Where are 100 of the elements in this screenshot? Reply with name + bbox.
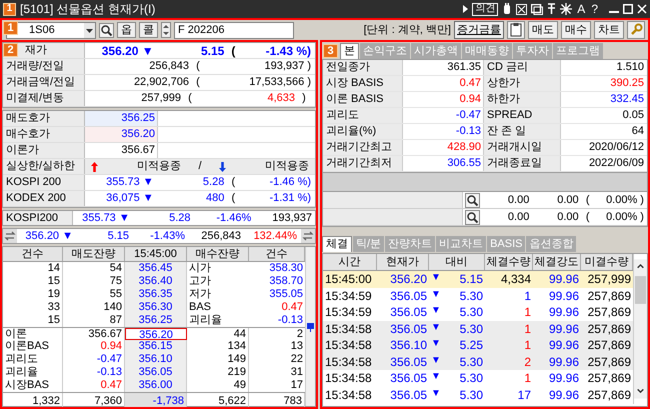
column-header: 현재가 [377, 254, 429, 270]
table-cell: 149 [187, 353, 249, 366]
number-badge: 2 [3, 43, 18, 57]
value-text: -1.31 %) [268, 191, 312, 206]
row-label: 괴리율 [3, 366, 63, 379]
change-text: 5.30 [458, 370, 483, 388]
column-header: 15:45:00 [125, 247, 187, 261]
row-label: 실상한/실하한 [3, 159, 85, 174]
value-text: -1.43 %) [264, 42, 312, 60]
row-label: 거래금액/전일 [3, 75, 85, 90]
change-mark: ▼ [431, 370, 441, 384]
row-label: 미결제/변동 [3, 91, 85, 106]
price-cell: 356.05 [125, 366, 187, 379]
value-text: ( [195, 75, 201, 90]
price-cell: 356.35 [125, 288, 187, 301]
value-text: 332.45 [609, 92, 645, 108]
value-text: 1.510 [615, 60, 645, 76]
value-text: ( [187, 91, 193, 106]
column-header: 체결강도 [533, 254, 581, 270]
value-text: 132.44% [252, 228, 297, 244]
change-mark: ▼ [431, 320, 441, 335]
column-header: 미결수량 [581, 254, 633, 270]
row-label: 잔 존 일 [483, 124, 561, 139]
change-mark: ▼ [431, 354, 441, 368]
value-text: 5.15 [200, 42, 224, 60]
table-cell-text: 13 [290, 340, 304, 353]
value-text: 4,633 [266, 91, 295, 106]
column-header: 시간 [323, 254, 377, 270]
table-cell: 219 [187, 366, 249, 379]
value-text: 356.20 ▼ [24, 228, 73, 244]
row-label: 전일종가 [323, 60, 403, 75]
change-text: 5.30 [458, 288, 483, 305]
value-text: 5.15 [106, 228, 129, 244]
value-text: 428.90 [446, 140, 482, 156]
value-text: ( [584, 192, 590, 208]
value-text: 256,843 [200, 228, 241, 244]
value-text: 355.73 ▼ [105, 175, 154, 190]
column-header: 체결수량 [485, 254, 533, 270]
value-text: 0.00 [556, 210, 579, 225]
value-text: ( [584, 210, 590, 225]
row-label: 이론 [3, 328, 63, 340]
change-mark: ▼ [431, 271, 441, 286]
row-label: 괴리율 [188, 314, 223, 327]
separator-text: / [197, 159, 203, 174]
table-cell-text: 2 [296, 328, 304, 340]
value-text: 256,843 [148, 59, 189, 74]
value-text: 193,937 [271, 210, 312, 226]
row-label: 시장BAS [3, 379, 63, 392]
price-cell: 356.00 [125, 379, 187, 392]
value-text: 0.00 [506, 192, 530, 208]
unit-label: [단위 : 계약, 백만] [364, 22, 451, 38]
value-text: 5.28 [168, 210, 190, 226]
row-label: CD 금리 [483, 60, 561, 75]
column-header: 매도잔량 [63, 247, 125, 261]
row-label: KOSPI 200 [3, 175, 85, 190]
price-cell: 356.30 [125, 301, 187, 314]
row-label: KODEX 200 [3, 191, 85, 206]
table-cell: 44 [187, 328, 249, 340]
row-label: SPREAD [483, 108, 561, 123]
table-cell: 134 [187, 340, 249, 353]
value-text: 0.00 [506, 210, 530, 225]
table-cell: 49 [187, 379, 249, 392]
change-text: 5.30 [458, 386, 483, 404]
table-cell-text: 358.70 [268, 275, 304, 288]
row-label: 괴리율(%) [323, 124, 403, 139]
value-text: 2020/06/12 [588, 140, 645, 156]
price-cell: 356.10 [125, 353, 187, 366]
value-text: 480 [204, 191, 224, 206]
row-label: 저가 [188, 288, 212, 301]
value-text: 22,902,706 [132, 75, 189, 90]
row-label: 거래기간최고 [323, 140, 403, 155]
table-cell-text: 22 [290, 353, 304, 366]
value-text: 36,075 ▼ [105, 191, 154, 206]
value-text: ( [230, 191, 236, 206]
number-badge: 3 [323, 44, 338, 58]
price-cell: 356.15 [125, 340, 187, 353]
value-text: 0.00% ) [605, 210, 644, 225]
price-cell: 356.40 [125, 275, 187, 288]
limit-text: 미적용종 [264, 159, 309, 174]
value-text: 390.25 [609, 76, 645, 92]
row-label: 매도호가 [3, 111, 85, 126]
total-cell: -1,738 [125, 393, 187, 407]
price-cell: 356.45 [125, 262, 187, 275]
value-text: 306.55 [446, 156, 482, 172]
value-text: ( [195, 59, 201, 74]
change-mark: ▼ [431, 304, 441, 318]
value-text: 17,533,566 ) [248, 75, 311, 90]
table-cell: 14 [3, 262, 63, 275]
value-text: 0.47 [458, 76, 482, 92]
window-title: [5101] 선물옵션 현재가(I) [20, 1, 156, 18]
number-badge: 1 [3, 21, 18, 35]
value-text: -1.46 %) [268, 175, 312, 190]
table-cell-text: 31 [290, 366, 304, 379]
limit-text: 미적용종 [136, 159, 181, 174]
change-text: 5.30 [458, 304, 483, 322]
value-text: -1.43% [149, 228, 185, 244]
change-text: 5.15 [458, 271, 483, 288]
table-cell-text: -0.13 [276, 314, 304, 327]
price-cell: 356.20 [125, 328, 187, 340]
value-text: 257,999 [140, 91, 181, 106]
